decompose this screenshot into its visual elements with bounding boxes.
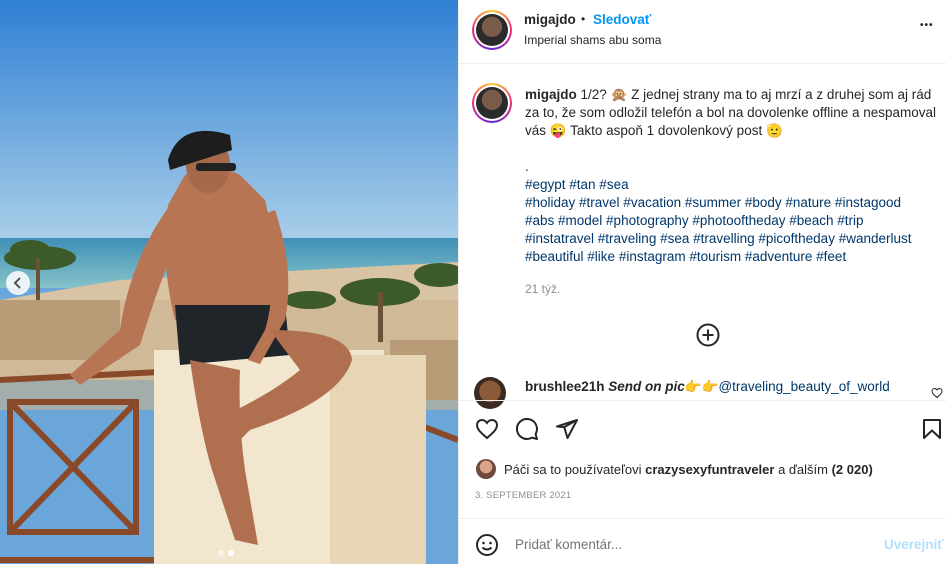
caption-time[interactable]: 21 týž. [525, 280, 939, 298]
header-dot: • [581, 12, 586, 26]
comment-mention[interactable]: @traveling_beauty_of_world [718, 379, 889, 394]
liker-avatar[interactable] [476, 459, 496, 479]
carousel-dot [218, 550, 224, 556]
add-comment-bar: Uverejniť [459, 518, 946, 564]
avatar [476, 14, 508, 46]
publish-button[interactable]: Uverejniť [884, 537, 944, 552]
post-header: migajdo • Sledovať Imperial shams abu so… [459, 0, 946, 64]
emoji-smile-icon [476, 534, 498, 556]
hashtag-line[interactable]: #egypt #tan #sea [525, 176, 939, 194]
caption-avatar-ring[interactable] [472, 83, 512, 123]
commenter-username[interactable]: brushlee21h [525, 379, 605, 394]
emoji-button[interactable] [475, 533, 499, 562]
heart-outline-icon [931, 387, 943, 399]
actions-divider [459, 400, 946, 401]
comment-input[interactable] [513, 531, 877, 557]
share-button[interactable] [555, 417, 579, 446]
load-more-comments-button[interactable] [696, 323, 720, 352]
save-button[interactable] [920, 417, 944, 446]
like-button[interactable] [475, 417, 499, 446]
carousel-prev-button[interactable] [6, 271, 30, 295]
caption-username[interactable]: migajdo [525, 87, 577, 102]
chevron-left-icon [13, 277, 21, 289]
post-details-panel: migajdo • Sledovať Imperial shams abu so… [458, 0, 946, 564]
more-options-icon[interactable]: ••• [920, 20, 934, 31]
caption-avatar [476, 87, 508, 119]
photo-illustration [0, 0, 458, 564]
likes-summary: Páči sa to používateľovi crazysexyfuntra… [504, 462, 873, 477]
carousel-dot-active [228, 550, 234, 556]
hashtag-line[interactable]: #holiday #travel #vacation #summer #body… [525, 194, 939, 212]
avatar-ring[interactable] [472, 10, 512, 50]
likes-count[interactable]: (2 020) [832, 462, 873, 477]
hashtag-line[interactable]: #abs #model #photography #photooftheday … [525, 212, 939, 230]
caption: migajdo 1/2? 🙊 Z jednej strany ma to aj … [525, 86, 939, 298]
follow-button[interactable]: Sledovať [593, 12, 651, 27]
commenter-avatar[interactable] [474, 377, 506, 409]
comment-italic-text: Send on pic [608, 379, 685, 394]
post-photo[interactable] [0, 0, 458, 564]
comment-like-button[interactable] [931, 386, 943, 404]
hashtag-line[interactable]: #instatravel #traveling #sea #travelling… [525, 230, 939, 248]
likes-middle: a ďalším [774, 462, 832, 477]
comment-bubble-icon [515, 417, 538, 440]
caption-text: 1/2? 🙊 Z jednej strany ma to aj mrzí a z… [525, 87, 937, 138]
header-username[interactable]: migajdo [524, 12, 576, 27]
hashtag-line[interactable]: #beautiful #like #instagram #tourism #ad… [525, 248, 939, 266]
location-link[interactable]: Imperial shams abu soma [524, 33, 661, 47]
likes-user-link[interactable]: crazysexyfuntraveler [645, 462, 774, 477]
heart-icon [475, 418, 499, 440]
comment-emoji: 👉👉 [684, 379, 719, 394]
carousel-dots [218, 550, 234, 556]
post-date[interactable]: 3. SEPTEMBER 2021 [475, 490, 571, 501]
bookmark-icon [923, 419, 941, 439]
paper-plane-icon [556, 419, 578, 439]
comment-row: brushlee21h Send on pic👉👉@traveling_beau… [525, 379, 890, 395]
caption-dot-line: . [525, 159, 529, 174]
likes-prefix: Páči sa to používateľovi [504, 462, 646, 477]
comment-button[interactable] [515, 417, 539, 446]
plus-circle-icon [696, 323, 720, 347]
